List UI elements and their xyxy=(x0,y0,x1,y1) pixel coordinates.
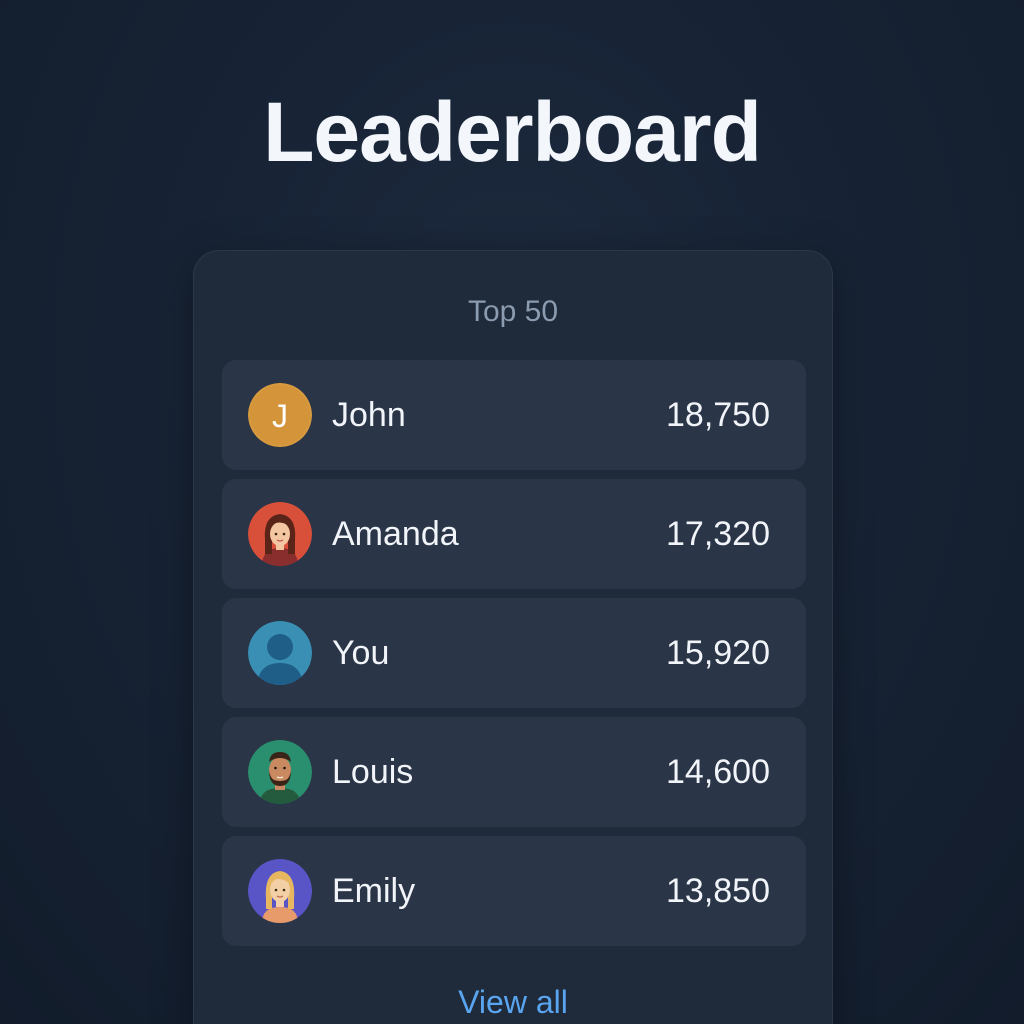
player-score: 18,750 xyxy=(666,395,770,434)
bearded-man-avatar-icon xyxy=(248,740,312,804)
avatar-initial-letter: J xyxy=(272,398,288,434)
page-title: Leaderboard xyxy=(263,85,762,179)
player-name: Emily xyxy=(332,871,416,910)
player-name: Louis xyxy=(332,752,414,791)
leaderboard-list: J John 18,750 Amanda 17,320 You 15,920 L… xyxy=(222,360,806,955)
player-name: John xyxy=(332,395,406,434)
player-score: 13,850 xyxy=(666,871,770,910)
leaderboard-row-emily[interactable]: Emily 13,850 xyxy=(222,836,806,946)
player-name: Amanda xyxy=(332,514,459,553)
avatar-initial-icon: J xyxy=(248,383,312,447)
player-score: 15,920 xyxy=(666,633,770,672)
player-score: 14,600 xyxy=(666,752,770,791)
blonde-woman-avatar-icon xyxy=(248,859,312,923)
player-name: You xyxy=(332,633,390,672)
user-silhouette-icon xyxy=(248,621,312,685)
woman-avatar-icon xyxy=(248,502,312,566)
card-subtitle: Top 50 xyxy=(467,295,559,328)
view-all-link[interactable]: View all xyxy=(193,980,833,1024)
leaderboard-row-john[interactable]: J John 18,750 xyxy=(222,360,806,470)
leaderboard-row-louis[interactable]: Louis 14,600 xyxy=(222,717,806,827)
leaderboard-row-you[interactable]: You 15,920 xyxy=(222,598,806,708)
leaderboard-row-amanda[interactable]: Amanda 17,320 xyxy=(222,479,806,589)
player-score: 17,320 xyxy=(666,514,770,553)
